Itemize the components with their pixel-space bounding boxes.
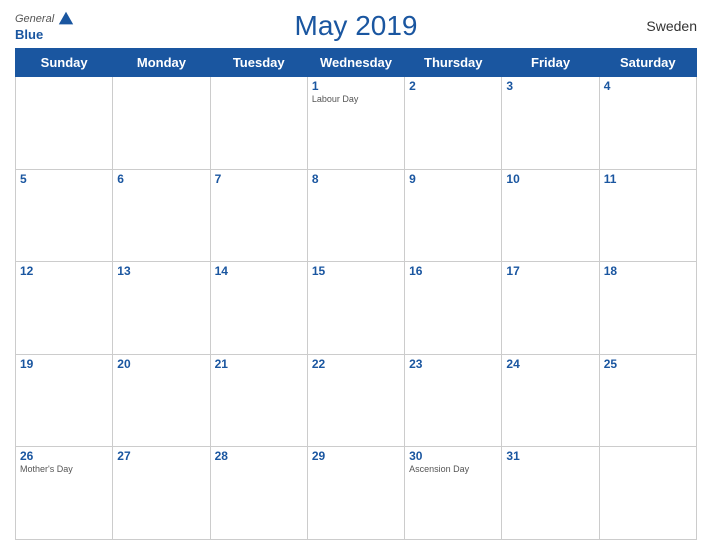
- day-number: 16: [409, 264, 497, 278]
- weekday-header-row: SundayMondayTuesdayWednesdayThursdayFrid…: [16, 49, 697, 77]
- calendar-cell: 10: [502, 169, 599, 262]
- calendar-cell: 1Labour Day: [307, 77, 404, 170]
- calendar-cell: 15: [307, 262, 404, 355]
- calendar-title: May 2019: [295, 10, 418, 42]
- day-number: 6: [117, 172, 205, 186]
- calendar-cell: 30Ascension Day: [405, 447, 502, 540]
- calendar-cell: 19: [16, 354, 113, 447]
- calendar-header: General Blue May 2019 Sweden: [15, 10, 697, 42]
- weekday-header-thursday: Thursday: [405, 49, 502, 77]
- day-number: 5: [20, 172, 108, 186]
- calendar-cell: 7: [210, 169, 307, 262]
- calendar-cell: 5: [16, 169, 113, 262]
- day-number: 14: [215, 264, 303, 278]
- day-number: 26: [20, 449, 108, 463]
- calendar-cell: [599, 447, 696, 540]
- day-number: 15: [312, 264, 400, 278]
- calendar-cell: 22: [307, 354, 404, 447]
- day-number: 9: [409, 172, 497, 186]
- day-number: 30: [409, 449, 497, 463]
- calendar-cell: [16, 77, 113, 170]
- day-number: 2: [409, 79, 497, 93]
- calendar-cell: 3: [502, 77, 599, 170]
- calendar-table: SundayMondayTuesdayWednesdayThursdayFrid…: [15, 48, 697, 540]
- calendar-cell: 13: [113, 262, 210, 355]
- holiday-label: Mother's Day: [20, 464, 108, 474]
- calendar-cell: 29: [307, 447, 404, 540]
- day-number: 10: [506, 172, 594, 186]
- calendar-cell: 27: [113, 447, 210, 540]
- day-number: 7: [215, 172, 303, 186]
- calendar-cell: 18: [599, 262, 696, 355]
- day-number: 11: [604, 172, 692, 186]
- day-number: 31: [506, 449, 594, 463]
- calendar-cell: 20: [113, 354, 210, 447]
- calendar-cell: 6: [113, 169, 210, 262]
- calendar-cell: 21: [210, 354, 307, 447]
- day-number: 12: [20, 264, 108, 278]
- week-row-1: 1Labour Day 234: [16, 77, 697, 170]
- calendar-cell: 24: [502, 354, 599, 447]
- calendar-wrapper: General Blue May 2019 Sweden SundayMonda…: [0, 0, 712, 550]
- day-number: 22: [312, 357, 400, 371]
- calendar-cell: 9: [405, 169, 502, 262]
- day-number: 24: [506, 357, 594, 371]
- weekday-header-tuesday: Tuesday: [210, 49, 307, 77]
- calendar-cell: 23: [405, 354, 502, 447]
- day-number: 28: [215, 449, 303, 463]
- calendar-cell: 14: [210, 262, 307, 355]
- weekday-header-friday: Friday: [502, 49, 599, 77]
- week-row-4: 19 20 21 22 23 24 25: [16, 354, 697, 447]
- logo-general-text: General: [15, 10, 75, 28]
- day-number: 19: [20, 357, 108, 371]
- day-number: 23: [409, 357, 497, 371]
- calendar-cell: 25: [599, 354, 696, 447]
- week-row-2: 56789 10 11: [16, 169, 697, 262]
- calendar-cell: 2: [405, 77, 502, 170]
- day-number: 3: [506, 79, 594, 93]
- holiday-label: Ascension Day: [409, 464, 497, 474]
- calendar-cell: 28: [210, 447, 307, 540]
- calendar-cell: 12: [16, 262, 113, 355]
- country-label: Sweden: [646, 18, 697, 34]
- calendar-cell: [210, 77, 307, 170]
- day-number: 8: [312, 172, 400, 186]
- weekday-header-sunday: Sunday: [16, 49, 113, 77]
- day-number: 27: [117, 449, 205, 463]
- day-number: 1: [312, 79, 400, 93]
- logo: General Blue: [15, 10, 75, 42]
- weekday-header-monday: Monday: [113, 49, 210, 77]
- calendar-cell: 17: [502, 262, 599, 355]
- day-number: 17: [506, 264, 594, 278]
- week-row-5: 26Mother's Day 27 28 29 30Ascension Day 31: [16, 447, 697, 540]
- calendar-cell: 26Mother's Day: [16, 447, 113, 540]
- weekday-header-wednesday: Wednesday: [307, 49, 404, 77]
- week-row-3: 12 13 14 15 16 17 18: [16, 262, 697, 355]
- calendar-cell: 4: [599, 77, 696, 170]
- day-number: 25: [604, 357, 692, 371]
- calendar-cell: 8: [307, 169, 404, 262]
- day-number: 18: [604, 264, 692, 278]
- calendar-cell: 16: [405, 262, 502, 355]
- holiday-label: Labour Day: [312, 94, 400, 104]
- day-number: 29: [312, 449, 400, 463]
- logo-blue-text: Blue: [15, 28, 43, 42]
- calendar-cell: [113, 77, 210, 170]
- day-number: 21: [215, 357, 303, 371]
- weekday-header-saturday: Saturday: [599, 49, 696, 77]
- day-number: 4: [604, 79, 692, 93]
- calendar-cell: 31: [502, 447, 599, 540]
- calendar-cell: 11: [599, 169, 696, 262]
- day-number: 20: [117, 357, 205, 371]
- day-number: 13: [117, 264, 205, 278]
